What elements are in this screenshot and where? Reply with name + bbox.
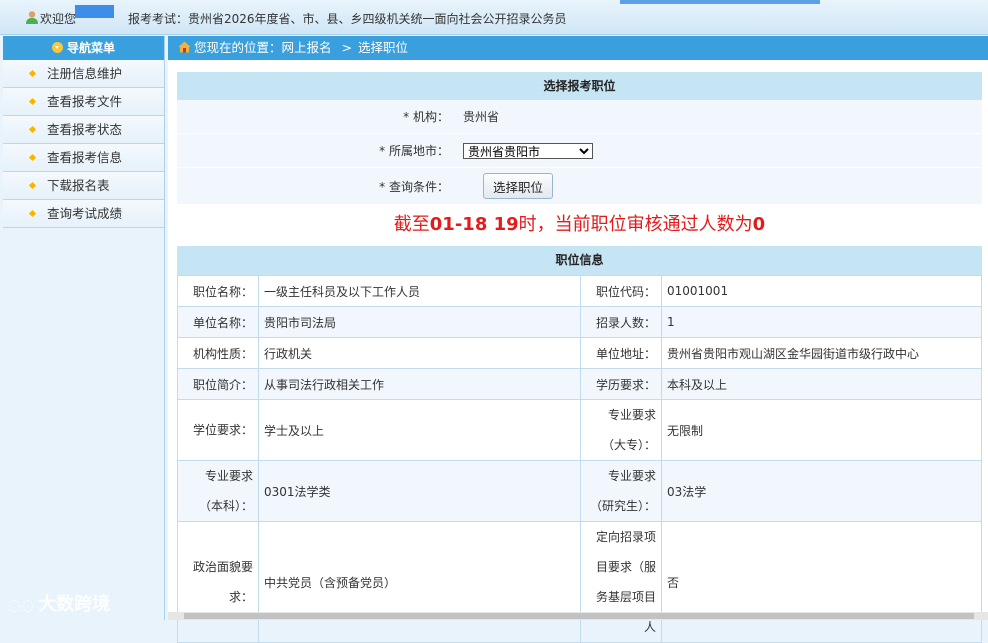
table-row: 单位名称： 贵阳市司法局 招录人数： 1 xyxy=(177,306,982,338)
position-info-panel: 职位信息 职位名称： 一级主任科员及以下工作人员 职位代码： 01001001 … xyxy=(177,246,982,643)
sidebar-item-label: 查看报考状态 xyxy=(47,122,123,137)
query-row: * 查询条件： 选择职位 xyxy=(177,168,982,205)
city-label: * 所属地市： xyxy=(379,144,449,158)
bullet-icon xyxy=(28,125,37,134)
field-value: 03法学 xyxy=(661,460,982,522)
city-row: * 所属地市： 贵州省贵阳市 xyxy=(177,134,982,168)
field-value: 0301法学类 xyxy=(258,460,581,522)
field-label: 单位名称： xyxy=(177,306,259,338)
sidebar-item-label: 查询考试成绩 xyxy=(47,206,123,221)
breadcrumb-separator: > xyxy=(341,40,352,55)
org-label: * 机构： xyxy=(403,110,449,124)
home-icon xyxy=(178,41,191,53)
breadcrumb: 您现在的位置：网上报名 > 选择职位 xyxy=(168,36,988,60)
watermark-text: 大数跨境 xyxy=(38,594,111,615)
bullet-icon xyxy=(28,181,37,190)
field-label: 招录人数： xyxy=(580,306,662,338)
top-bar: 欢迎您 报考考试：贵州省2026年度省、市、县、乡四级机关统一面向社会公开招录公… xyxy=(0,0,988,35)
sidebar-item-query-scores[interactable]: 查询考试成绩 xyxy=(3,200,164,228)
sidebar-item-label: 下载报名表 xyxy=(47,178,110,193)
table-row: 职位名称： 一级主任科员及以下工作人员 职位代码： 01001001 xyxy=(177,275,982,307)
field-label: 专业要求（本科）： xyxy=(177,460,259,522)
nav-header-label: 导航菜单 xyxy=(66,41,115,55)
table-row: 学位要求： 学士及以上 专业要求（大专）： 无限制 xyxy=(177,399,982,461)
welcome-text: 欢迎您 xyxy=(40,12,77,26)
notice-count: 0 xyxy=(752,214,766,235)
field-label: 学位要求： xyxy=(177,399,259,461)
breadcrumb-prefix: 您现在的位置： xyxy=(194,40,282,55)
section-title: 选择报考职位 xyxy=(177,72,982,100)
sidebar-item-download-form[interactable]: 下载报名表 xyxy=(3,172,164,200)
watermark-logo-icon: ◌◌ xyxy=(8,596,35,614)
org-value: 贵州省 xyxy=(463,110,500,124)
field-value: 贵阳市司法局 xyxy=(258,306,581,338)
sidebar-item-exam-info[interactable]: 查看报考信息 xyxy=(3,144,164,172)
field-label: 机构性质： xyxy=(177,337,259,369)
select-position-panel: 选择报考职位 * 机构： 贵州省 * 所属地市： 贵州省贵阳市 * 查询条件： … xyxy=(177,72,982,205)
nav-header: 导航菜单 xyxy=(3,36,164,60)
breadcrumb-current: 选择职位 xyxy=(358,40,409,55)
section-title: 职位信息 xyxy=(177,246,982,275)
sidebar: 导航菜单 注册信息维护 查看报考文件 查看报考状态 查看报考信息 下载报名表 查… xyxy=(3,36,165,620)
sidebar-item-exam-status[interactable]: 查看报考状态 xyxy=(3,116,164,144)
bullet-icon xyxy=(28,97,37,106)
sidebar-item-register-info[interactable]: 注册信息维护 xyxy=(3,60,164,88)
watermark: ◌◌ 大数跨境 xyxy=(8,590,110,616)
field-value: 从事司法行政相关工作 xyxy=(258,368,581,400)
field-label: 职位简介： xyxy=(177,368,259,400)
chevron-down-icon xyxy=(51,42,63,53)
city-select[interactable]: 贵州省贵阳市 xyxy=(463,142,593,159)
exam-title: 报考考试：贵州省2026年度省、市、县、乡四级机关统一面向社会公开招录公务员 xyxy=(128,12,567,26)
bullet-icon xyxy=(28,209,37,218)
table-row: 政治面貌要求： 中共党员（含预备党员） 定向招录项目要求（服务基层项目人 否 xyxy=(177,521,982,643)
query-actions: 选择职位 xyxy=(463,173,554,199)
user-icon xyxy=(26,11,38,24)
field-value: 1 xyxy=(661,306,982,338)
sidebar-item-label: 查看报考文件 xyxy=(47,94,123,109)
main-content: 您现在的位置：网上报名 > 选择职位 选择报考职位 * 机构： 贵州省 * 所属地… xyxy=(168,36,988,643)
table-row: 职位简介： 从事司法行政相关工作 学历要求： 本科及以上 xyxy=(177,368,982,400)
field-label: 定向招录项目要求（服务基层项目人 xyxy=(580,521,662,643)
field-value: 贵州省贵阳市观山湖区金华园街道市级行政中心 xyxy=(661,337,982,369)
field-label: 单位地址： xyxy=(580,337,662,369)
horizontal-scrollbar[interactable] xyxy=(168,612,988,620)
top-decoration xyxy=(620,0,820,4)
org-row: * 机构： 贵州省 xyxy=(177,100,982,134)
bullet-icon xyxy=(28,153,37,162)
field-value: 无限制 xyxy=(661,399,982,461)
scrollbar-thumb[interactable] xyxy=(184,613,974,619)
sidebar-item-label: 注册信息维护 xyxy=(47,66,123,81)
field-value: 学士及以上 xyxy=(258,399,581,461)
field-label: 专业要求（研究生）： xyxy=(580,460,662,522)
field-value: 本科及以上 xyxy=(661,368,982,400)
field-value: 行政机关 xyxy=(258,337,581,369)
field-label: 政治面貌要求： xyxy=(177,521,259,643)
bullet-icon xyxy=(28,69,37,78)
field-value: 中共党员（含预备党员） xyxy=(258,521,581,643)
username-redacted xyxy=(75,5,114,18)
field-value: 01001001 xyxy=(661,275,982,307)
field-label: 职位代码： xyxy=(580,275,662,307)
field-value: 否 xyxy=(661,521,982,643)
table-row: 专业要求（本科）： 0301法学类 专业要求（研究生）： 03法学 xyxy=(177,460,982,522)
notice-prefix: 截至 xyxy=(393,214,430,235)
breadcrumb-link-online-registration[interactable]: 网上报名 xyxy=(282,40,332,55)
query-label: * 查询条件： xyxy=(379,179,449,194)
notice-text: 时，当前职位审核通过人数为 xyxy=(518,214,753,235)
sidebar-item-exam-files[interactable]: 查看报考文件 xyxy=(3,88,164,116)
sidebar-item-label: 查看报考信息 xyxy=(47,150,123,165)
select-position-button[interactable]: 选择职位 xyxy=(483,173,554,199)
field-label: 职位名称： xyxy=(177,275,259,307)
notice-time: 01-18 19 xyxy=(429,214,519,235)
field-label: 专业要求（大专）： xyxy=(580,399,662,461)
field-value: 一级主任科员及以下工作人员 xyxy=(258,275,581,307)
field-label: 学历要求： xyxy=(580,368,662,400)
table-row: 机构性质： 行政机关 单位地址： 贵州省贵阳市观山湖区金华园街道市级行政中心 xyxy=(177,337,982,369)
position-info-table: 职位名称： 一级主任科员及以下工作人员 职位代码： 01001001 单位名称：… xyxy=(177,275,982,643)
city-select-wrap: 贵州省贵阳市 xyxy=(463,142,593,159)
approval-count-notice: 截至01-18 19时，当前职位审核通过人数为0 xyxy=(177,208,982,242)
